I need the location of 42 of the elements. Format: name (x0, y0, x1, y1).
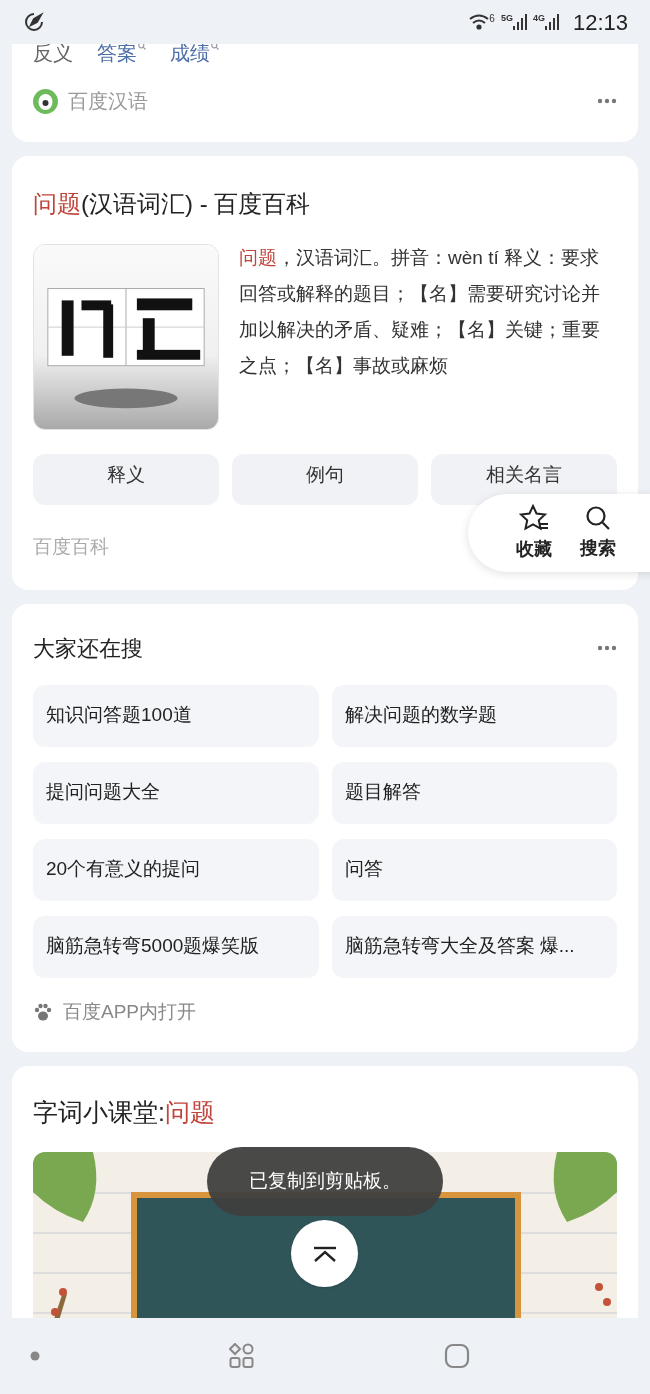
rocket-icon (22, 10, 46, 34)
more-icon[interactable] (597, 645, 617, 651)
action-button[interactable]: 搜索 (580, 504, 616, 562)
search-icon (138, 44, 146, 50)
action-button[interactable]: 收藏 (516, 503, 552, 563)
star-icon (519, 503, 549, 532)
source-label: 百度汉语 (68, 89, 148, 114)
suggestion-chip[interactable]: 脑筋急转弯大全及答案 爆... (331, 915, 617, 978)
clock: 12:13 (572, 8, 628, 37)
arrow-up-icon (311, 1245, 338, 1262)
recent-apps-icon[interactable] (229, 1343, 255, 1369)
home-icon[interactable] (444, 1343, 470, 1369)
section-title: 字词小课堂:问题 (33, 1097, 216, 1128)
word-link[interactable]: 成绩 (170, 44, 210, 66)
search-icon (211, 44, 219, 50)
result-title[interactable]: 问题(汉语词汇) - 百度百科 (33, 186, 617, 222)
section-title: 大家还在搜 (33, 634, 143, 663)
toast: 已复制到剪贴板。 (207, 1147, 443, 1216)
source-label: 百度百科 (33, 535, 109, 559)
signal-icon (512, 14, 527, 30)
suggestion-chip[interactable]: 题目解答 (331, 761, 617, 824)
paw-icon (33, 1001, 53, 1022)
wifi-icon (469, 14, 490, 30)
network-label: 5G (500, 14, 513, 23)
network-label: 4G (532, 14, 545, 23)
dot-icon[interactable] (30, 1351, 40, 1361)
dictionary-logo-icon (33, 88, 58, 114)
suggestion-chip[interactable]: 知识问答题100道 (33, 684, 319, 747)
topic-tab[interactable]: 例句 (232, 454, 418, 505)
search-icon (585, 504, 611, 531)
suggestion-chip[interactable]: 脑筋急转弯5000题爆笑版 (33, 915, 319, 978)
signal-icon (544, 14, 559, 30)
suggestion-chip[interactable]: 20个有意义的提问 (33, 838, 319, 901)
topic-tab[interactable]: 释义 (33, 454, 219, 505)
open-in-app-link[interactable]: 百度APP内打开 (63, 997, 197, 1026)
suggestion-chip[interactable]: 提问问题大全 (33, 761, 319, 824)
summary-text: 问题，汉语词汇。拼音：wèn tí 释义：要求回答或解释的题目；【名】需要研究讨论并加以解决的矛盾、疑难；【名】关键；重要之点；【名】事故或麻烦 (239, 246, 601, 378)
more-icon[interactable] (597, 98, 617, 104)
suggestion-chip[interactable]: 问答 (331, 838, 617, 901)
suggestion-chip[interactable]: 解决问题的数学题 (331, 684, 617, 747)
word-label: 反义 (33, 44, 73, 66)
wifi-label: 6 (489, 11, 495, 26)
